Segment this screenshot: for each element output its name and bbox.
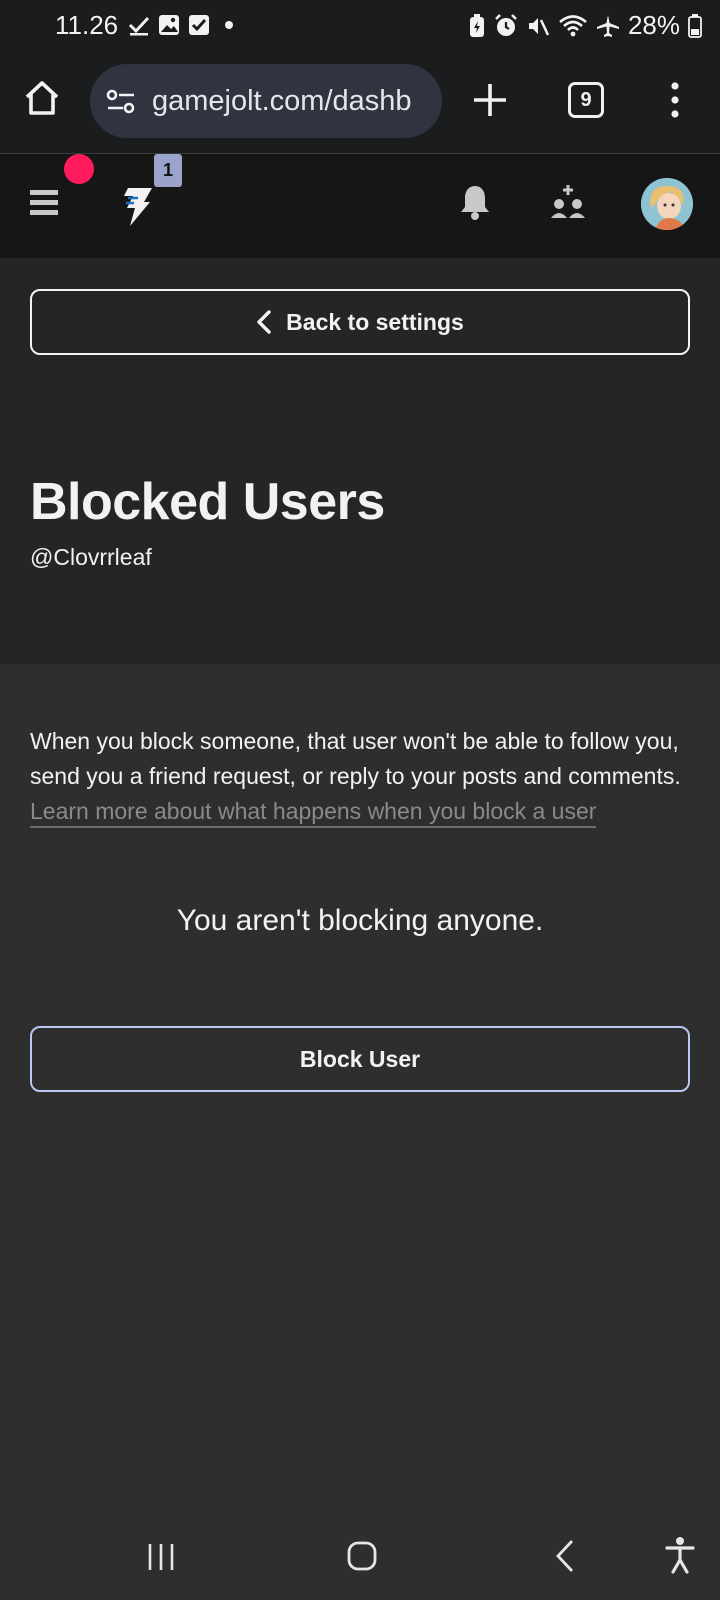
page-username: @Clovrrleaf bbox=[30, 544, 152, 570]
status-left-icons bbox=[128, 14, 240, 36]
friends-icon bbox=[551, 185, 585, 218]
status-bar: 11.26 28% bbox=[0, 0, 720, 52]
image-icon bbox=[159, 15, 179, 35]
browser-menu-button[interactable] bbox=[660, 80, 690, 120]
status-right-icons: 28% bbox=[468, 10, 702, 41]
battery-icon bbox=[688, 13, 702, 38]
battery-saver-icon bbox=[469, 13, 484, 37]
back-button[interactable] bbox=[552, 1538, 578, 1574]
wifi-icon bbox=[559, 14, 587, 36]
chevron-left-icon bbox=[257, 310, 271, 334]
gamejolt-logo-icon bbox=[124, 188, 152, 226]
accessibility-icon bbox=[665, 1537, 695, 1574]
recents-icon bbox=[148, 1544, 174, 1570]
browser-toolbar: gamejolt.com/dashb 9 bbox=[0, 52, 720, 154]
tab-switcher-button[interactable]: 9 bbox=[568, 82, 604, 118]
address-bar[interactable]: gamejolt.com/dashb bbox=[90, 64, 442, 138]
browser-home-button[interactable] bbox=[22, 78, 70, 126]
user-avatar[interactable] bbox=[641, 178, 693, 230]
plus-icon bbox=[474, 84, 506, 116]
accessibility-button[interactable] bbox=[664, 1536, 696, 1574]
menu-button[interactable] bbox=[30, 188, 62, 218]
bell-icon bbox=[461, 186, 489, 220]
airplane-icon bbox=[596, 14, 619, 37]
empty-state-message: You aren't blocking anyone. bbox=[176, 904, 544, 937]
site-settings-icon[interactable] bbox=[106, 88, 136, 116]
gamejolt-logo-button[interactable] bbox=[118, 184, 158, 228]
back-to-settings-button[interactable]: Back to settings bbox=[30, 289, 690, 355]
page-header: Back to settings Blocked Users @Clovrrle… bbox=[0, 258, 720, 664]
new-tab-button[interactable] bbox=[470, 80, 510, 120]
more-vertical-icon bbox=[671, 82, 679, 118]
task-icon bbox=[189, 15, 209, 35]
status-time: 11.26 bbox=[55, 10, 119, 40]
main-content: When you block someone, that user won't … bbox=[0, 664, 720, 1514]
description-text: When you block someone, that user won't … bbox=[30, 728, 681, 789]
mute-icon bbox=[528, 17, 550, 36]
recent-apps-button[interactable] bbox=[146, 1542, 176, 1572]
battery-percentage: 28% bbox=[627, 10, 680, 40]
site-header: 1 bbox=[0, 154, 720, 258]
hamburger-icon bbox=[30, 190, 58, 215]
logo-badge: 1 bbox=[154, 154, 182, 187]
home-square-icon bbox=[347, 1541, 377, 1571]
back-to-settings-label: Back to settings bbox=[286, 308, 464, 335]
block-user-button[interactable]: Block User bbox=[30, 1026, 690, 1092]
alarm-icon bbox=[495, 13, 517, 36]
dot-icon bbox=[225, 21, 233, 29]
home-button[interactable] bbox=[346, 1540, 378, 1572]
url-text[interactable]: gamejolt.com/dashb bbox=[152, 85, 412, 118]
system-navigation-bar bbox=[0, 1514, 720, 1600]
home-icon bbox=[25, 81, 59, 115]
blocking-description: When you block someone, that user won't … bbox=[30, 724, 694, 829]
back-arrow-icon bbox=[556, 1540, 574, 1572]
avatar-image bbox=[641, 178, 693, 230]
page-title: Blocked Users bbox=[30, 473, 385, 531]
notifications-button[interactable] bbox=[460, 184, 490, 220]
check-icon bbox=[128, 16, 150, 36]
learn-more-link[interactable]: Learn more about what happens when you b… bbox=[30, 798, 597, 828]
friend-requests-button[interactable] bbox=[550, 184, 586, 220]
notification-dot bbox=[64, 154, 94, 184]
